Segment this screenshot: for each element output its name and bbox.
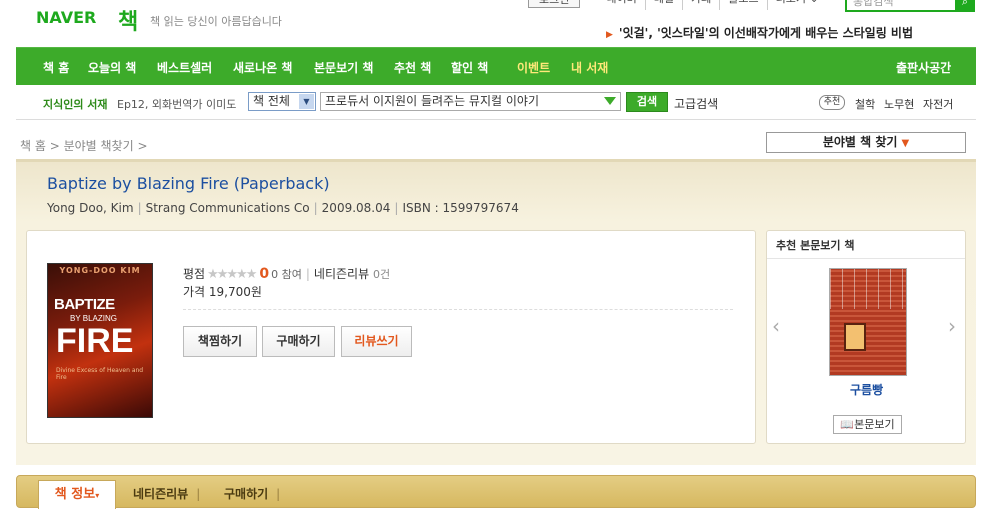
nav-item-my-library[interactable]: 내 서재 <box>571 59 608 76</box>
promo-banner[interactable]: ▶ '잇걸', '잇스타일'의 이선배작가에게 배우는 스타일링 비법 <box>606 24 913 41</box>
nav-item-today[interactable]: 오늘의 책 <box>88 59 136 76</box>
tab-netizen-review-label: 네티즌리뷰 <box>133 487 189 501</box>
top-link-more[interactable]: 더보기 ⌄ <box>768 0 827 10</box>
book-title: Baptize by Blazing Fire (Paperback) <box>47 174 330 193</box>
recommend-keyword[interactable]: 노무현 <box>884 96 914 112</box>
book-publisher[interactable]: Strang Communications Co <box>146 201 310 215</box>
category-select-value: 책 전체 <box>253 94 290 108</box>
recommend-keyword[interactable]: 철학 <box>855 96 875 112</box>
book-isbn: ISBN : 1599797674 <box>402 201 519 215</box>
intel-library-episode[interactable]: Ep12, 외화번역가 이미도 <box>117 96 236 112</box>
top-header: NAVER 책 책 읽는 당신이 아름답습니다 로그인 네이버 메일 카페 블로… <box>0 0 987 46</box>
intel-library-title[interactable]: 지식인의 서재 <box>43 96 108 112</box>
star-rating-icon[interactable]: ★★★★★ <box>207 267 257 282</box>
recommended-book-cover[interactable] <box>829 268 907 376</box>
nav-item-discount[interactable]: 할인 책 <box>451 59 488 76</box>
top-link-blog[interactable]: 블로그 <box>720 0 768 10</box>
top-link-cafe[interactable]: 카페 <box>683 0 721 10</box>
cover-window <box>844 323 866 351</box>
promo-text[interactable]: '잇걸', '잇스타일'의 이선배작가에게 배우는 스타일링 비법 <box>619 26 913 40</box>
book-meta: Yong Doo, Kim | Strang Communications Co | 2… <box>47 201 519 215</box>
recommend-badge: 추천 <box>819 95 845 110</box>
slogan: 책 읽는 당신이 아름답습니다 <box>150 15 282 28</box>
book-price: 가격 19,700원 <box>183 285 262 299</box>
nav-item-recommend[interactable]: 추천 책 <box>394 59 431 76</box>
divider <box>183 309 733 310</box>
nav-item-bestseller[interactable]: 베스트셀러 <box>157 59 212 76</box>
rating-label: 평점 <box>183 267 206 281</box>
chevron-down-icon[interactable]: ▼ <box>299 94 314 109</box>
chevron-right-icon[interactable]: › <box>948 314 956 338</box>
nav-item-preview[interactable]: 본문보기 책 <box>314 59 373 76</box>
search-input-value: 프로듀서 이지원이 들려주는 뮤지컬 이야기 <box>325 94 539 108</box>
rating-score: 0 <box>259 266 270 282</box>
caret-down-icon: ▾ <box>95 491 100 500</box>
book-icon: 📖 <box>840 418 855 431</box>
book-author[interactable]: Yong Doo, Kim <box>47 201 134 215</box>
nav-item-publisher[interactable]: 출판사공간 <box>896 59 951 76</box>
find-by-field-button[interactable]: 분야별 책 찾기 ▼ <box>766 132 966 153</box>
cover-texture <box>830 269 906 309</box>
search-bar: 지식인의 서재 Ep12, 외화번역가 이미도 책 전체 ▼ 프로듀서 이지원이 … <box>16 85 976 120</box>
review-label[interactable]: 네티즌리뷰 <box>314 267 369 281</box>
tab-book-info[interactable]: 책 정보▾ <box>38 480 116 509</box>
dropdown-triangle-icon[interactable] <box>604 97 616 105</box>
find-by-field-label: 분야별 책 찾기 <box>822 135 898 149</box>
rating-row: 평점 ★★★★★ 0 0 참여 | 네티즌리뷰 0건 <box>183 266 391 282</box>
cover-subtitle: Divine Excess of Heaven and Fire <box>56 367 144 381</box>
side-header: 추천 본문보기 책 <box>776 239 855 252</box>
preview-button[interactable]: 📖본문보기 <box>833 415 902 434</box>
search-icon[interactable]: ⌕ <box>955 0 975 12</box>
top-links: 로그인 네이버 메일 카페 블로그 더보기 ⌄ <box>528 0 827 10</box>
top-link-naver[interactable]: 네이버 <box>598 0 646 10</box>
tab-book-info-label: 책 정보 <box>54 487 96 502</box>
search-button[interactable]: 검색 <box>626 92 668 112</box>
top-link-mail[interactable]: 메일 <box>646 0 683 10</box>
preview-button-label: 본문보기 <box>854 418 895 431</box>
book-logo[interactable]: 책 <box>118 4 138 36</box>
divider <box>767 258 965 259</box>
book-cover[interactable]: YONG-DOO KIM BAPTIZE BY BLAZING FIRE Div… <box>47 263 153 418</box>
naver-logo[interactable]: NAVER <box>36 8 96 27</box>
chevron-left-icon[interactable]: ‹ <box>772 314 780 338</box>
rating-participants: 0 참여 <box>271 268 302 281</box>
nav-item-new[interactable]: 새로나온 책 <box>233 59 292 76</box>
recommended-book-title[interactable]: 구름빵 <box>850 381 883 398</box>
triangle-down-icon: ▼ <box>901 138 910 149</box>
arrow-right-icon: ▶ <box>606 30 613 40</box>
write-review-button[interactable]: 리뷰쓰기 <box>341 326 412 357</box>
cover-author: YONG-DOO KIM <box>59 266 141 275</box>
review-count: 0건 <box>372 268 391 281</box>
tab-netizen-review[interactable]: 네티즌리뷰 | <box>133 485 200 502</box>
tab-purchase-label: 구매하기 <box>224 487 269 501</box>
recommend-keyword[interactable]: 자전거 <box>923 96 953 112</box>
cover-title-1: BAPTIZE <box>54 296 115 313</box>
login-button[interactable]: 로그인 <box>528 0 581 8</box>
nav-item-home[interactable]: 책 홈 <box>43 59 69 76</box>
tab-purchase[interactable]: 구매하기 | <box>224 485 280 502</box>
category-select[interactable]: 책 전체 ▼ <box>248 92 316 111</box>
cover-title-3: FIRE <box>56 322 134 360</box>
buy-button[interactable]: 구매하기 <box>262 326 335 357</box>
book-search-input[interactable]: 프로듀서 이지원이 들려주는 뮤지컬 이야기 <box>320 92 621 111</box>
main-nav: 책 홈 오늘의 책 베스트셀러 새로나온 책 본문보기 책 추천 책 할인 책 … <box>16 47 976 85</box>
wishlist-button[interactable]: 책찜하기 <box>183 326 257 357</box>
advanced-search-link[interactable]: 고급검색 <box>674 95 718 112</box>
nav-item-event[interactable]: 이벤트 <box>517 59 550 76</box>
book-date: 2009.08.04 <box>321 201 391 215</box>
breadcrumb[interactable]: 책 홈 > 분야별 책찾기 > <box>20 137 148 154</box>
